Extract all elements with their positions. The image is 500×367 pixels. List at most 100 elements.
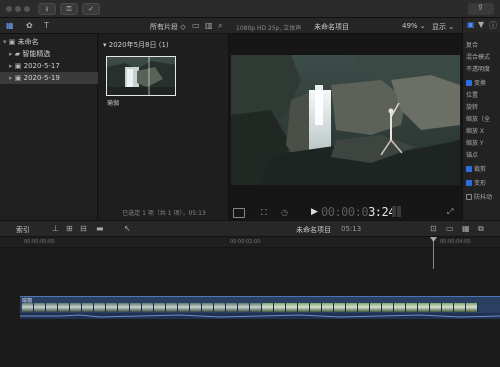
append-clip-icon[interactable]: ⊟: [80, 224, 87, 233]
filmstrip-frame: [70, 303, 82, 312]
filmstrip-icon[interactable]: ▥: [205, 18, 213, 34]
checkbox[interactable]: [466, 180, 472, 186]
window-close-button[interactable]: [6, 6, 12, 12]
filmstrip-frame: [418, 303, 430, 312]
event-date-header[interactable]: ▾ 2020年5月8日 (1): [103, 40, 169, 50]
inspector-row[interactable]: 防抖动: [466, 192, 492, 201]
sidebar-item-event-2020-5-19[interactable]: ▸ ▣ 2020-5-19: [0, 72, 98, 84]
inspector-row[interactable]: 变换: [466, 78, 486, 87]
filmstrip-frame: [274, 303, 286, 312]
speed-tool-icon[interactable]: ◷: [281, 208, 288, 217]
timeline-clip[interactable]: 瑜伽: [20, 296, 500, 319]
checkbox[interactable]: [466, 80, 472, 86]
index-button[interactable]: 索引: [16, 225, 30, 235]
clip-appearance-icon[interactable]: ▭: [192, 18, 200, 34]
background-tasks-button[interactable]: ✓: [82, 3, 100, 15]
clip-filter-dropdown[interactable]: 所有片段 ◇: [150, 22, 186, 32]
disclosure-closed-icon[interactable]: ▸: [9, 62, 13, 70]
window-minimize-button[interactable]: [15, 6, 21, 12]
play-icon[interactable]: ▶: [311, 207, 318, 217]
transform-tool-icon[interactable]: ⛶: [261, 208, 267, 218]
filmstrip-frame: [454, 303, 466, 312]
inspector-row[interactable]: 旋转: [466, 102, 478, 111]
effects-browser-icon[interactable]: ▦: [462, 224, 470, 233]
titles-icon[interactable]: T: [44, 18, 49, 34]
info-inspector-icon[interactable]: ⓘ: [489, 20, 497, 31]
inspector-row[interactable]: 锚点: [466, 150, 478, 159]
inspector-row[interactable]: 变形: [466, 178, 486, 187]
timeline-duration: 05:13: [341, 225, 362, 233]
library-root[interactable]: ▾ ▣ 未命名: [0, 36, 98, 48]
viewer-canvas[interactable]: [231, 55, 460, 185]
inspector-row[interactable]: 缩放 Y: [466, 138, 484, 147]
filmstrip-frame: [226, 303, 238, 312]
disclosure-closed-icon[interactable]: ▸: [9, 50, 13, 58]
zoom-dropdown[interactable]: 49% ⌄: [402, 22, 426, 30]
folder-icon: ▰: [14, 50, 21, 58]
select-tool-icon[interactable]: ↖: [124, 224, 131, 233]
library-icon: ▣: [8, 38, 16, 46]
disclosure-closed-icon[interactable]: ▸: [9, 74, 13, 82]
libraries-icon[interactable]: ▦: [6, 18, 14, 34]
inspector-row-label: 混合模式: [466, 54, 491, 61]
inspector-row-label: 变形: [474, 180, 487, 187]
inspector-row[interactable]: 不透明度: [466, 64, 490, 73]
insert-clip-icon[interactable]: ⊞: [66, 224, 73, 233]
event-icon: ▣: [14, 74, 22, 82]
filmstrip-frame: [382, 303, 394, 312]
inspector-row[interactable]: 位置: [466, 90, 478, 99]
filter-inspector-icon[interactable]: ▼: [478, 20, 484, 29]
inspector-row[interactable]: 混合模式: [466, 52, 490, 61]
inspector-row[interactable]: 复合: [466, 40, 478, 49]
timecode-display[interactable]: 00:00:03:24: [321, 205, 395, 219]
inspector-row[interactable]: 缩放（全: [466, 114, 490, 123]
display-dropdown[interactable]: 显示 ⌄: [432, 22, 454, 32]
sidebar-item-event-2020-5-17[interactable]: ▸ ▣ 2020-5-17: [0, 60, 98, 72]
import-button[interactable]: ⭳: [38, 3, 56, 15]
checkbox[interactable]: [466, 166, 472, 172]
inspector-row-label: 裁剪: [474, 166, 487, 173]
filmstrip-frame: [118, 303, 130, 312]
filmstrip-frame: [142, 303, 154, 312]
filmstrip-frame: [394, 303, 406, 312]
view-options-button[interactable]: [233, 208, 245, 218]
disclosure-open-icon[interactable]: ▾: [103, 41, 107, 49]
ruler-mark: 00:00:02:00: [230, 239, 261, 245]
filmstrip-frame: [154, 303, 166, 312]
checkbox[interactable]: [466, 194, 472, 200]
inspector-row-label: 缩放 Y: [466, 140, 484, 147]
browser-header: ▦ ✿ T 所有片段 ◇ ▭ ▥ ⌕ 1080p HD 25p, 立体声 未命名…: [0, 18, 500, 34]
timeline-ruler[interactable]: 00:00:00:00 00:00:02:00 00:00:04:00: [0, 237, 500, 248]
filmstrip-frame: [358, 303, 370, 312]
window-zoom-button[interactable]: [24, 6, 30, 12]
inspector-row-label: 防抖动: [474, 194, 493, 201]
timeline-area[interactable]: 瑜伽: [0, 237, 500, 367]
overwrite-clip-icon[interactable]: ▬: [96, 224, 104, 233]
video-inspector-icon[interactable]: ▣: [467, 20, 475, 29]
filmstrip-frame: [166, 303, 178, 312]
transitions-browser-icon[interactable]: ⧉: [478, 224, 484, 234]
inspector-row[interactable]: 缩放 X: [466, 126, 484, 135]
share-button[interactable]: ⇪: [468, 3, 494, 15]
filmstrip-frame: [322, 303, 334, 312]
sidebar-item-smart-collections[interactable]: ▸ ▰ 智能精选: [0, 48, 98, 60]
search-icon[interactable]: ⌕: [218, 18, 222, 34]
clip-appearance-icon[interactable]: ▭: [446, 224, 454, 233]
audio-skimming-icon[interactable]: ⊡: [430, 224, 437, 233]
connect-clip-icon[interactable]: ⊥: [52, 224, 59, 233]
keyword-button[interactable]: ⚿: [60, 3, 78, 15]
disclosure-open-icon[interactable]: ▾: [3, 38, 7, 46]
filmstrip-frame: [298, 303, 310, 312]
zoom-caret-icon: ⌄: [419, 22, 426, 30]
filmstrip-frame: [106, 303, 118, 312]
photos-audio-icon[interactable]: ✿: [26, 18, 33, 34]
share-icon: ⇪: [477, 3, 484, 12]
fullscreen-icon[interactable]: ⤢: [447, 207, 453, 217]
audio-meter: [392, 206, 396, 217]
filmstrip-frame: [442, 303, 454, 312]
inspector-row[interactable]: 裁剪: [466, 164, 486, 173]
clip-thumbnail[interactable]: [106, 56, 176, 96]
zoom-value: 49%: [402, 22, 418, 30]
filmstrip-frame: [190, 303, 202, 312]
event-browser: ▾ 2020年5月8日 (1) 瑜伽 已选定 1 项（共 1 项），05:13: [99, 34, 229, 220]
